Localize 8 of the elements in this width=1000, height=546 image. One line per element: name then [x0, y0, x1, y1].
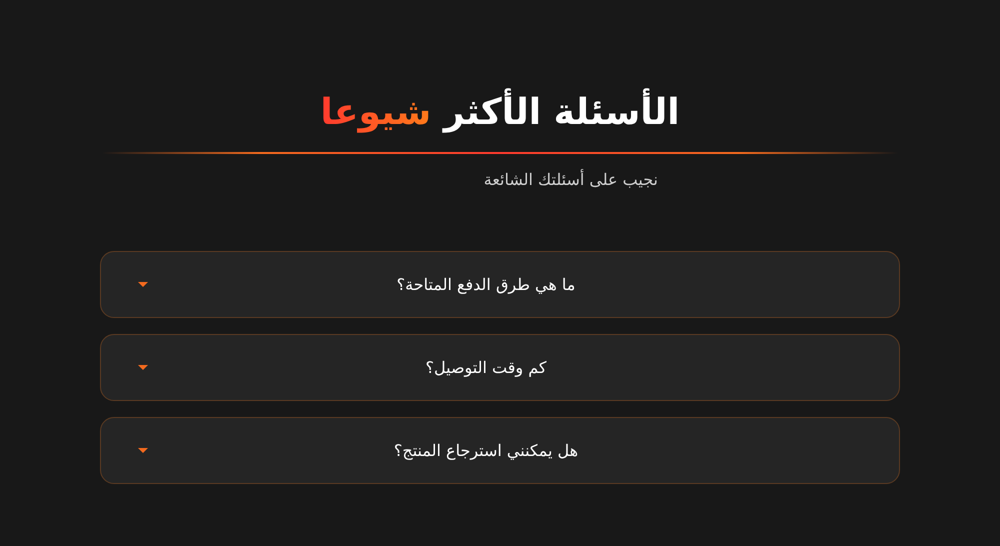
section-heading: الأسئلة الأكثر شيوعا: [320, 88, 680, 138]
faq-item[interactable]: هل يمكنني استرجاع المنتج؟: [100, 417, 900, 484]
faq-item[interactable]: ما هي طرق الدفع المتاحة؟: [100, 251, 900, 318]
caret-icon: [137, 364, 149, 371]
caret-icon: [137, 281, 149, 288]
caret-icon: [137, 447, 149, 454]
section-subtitle: نجيب على أسئلتك الشائعة: [484, 170, 658, 189]
faq-item[interactable]: كم وقت التوصيل؟: [100, 334, 900, 401]
